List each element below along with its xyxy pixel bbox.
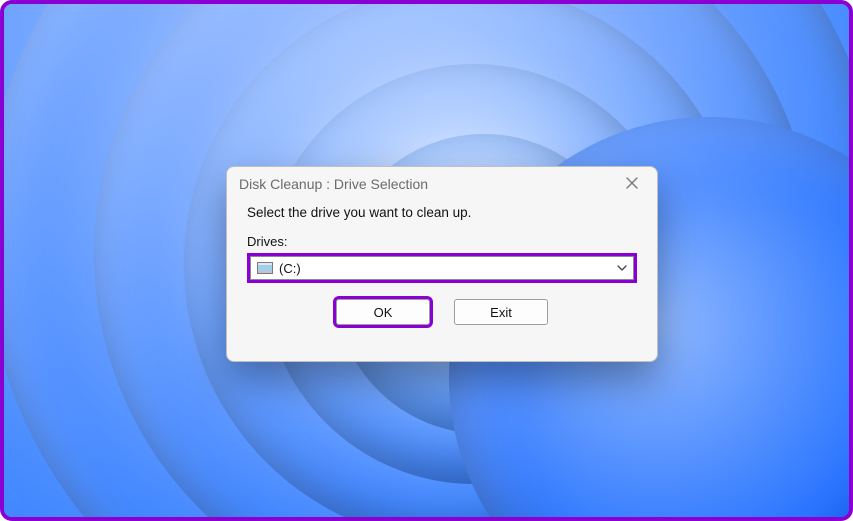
exit-button-label: Exit <box>490 305 512 320</box>
close-icon <box>626 176 638 192</box>
dialog-content: Select the drive you want to clean up. D… <box>227 201 657 339</box>
dialog-titlebar[interactable]: Disk Cleanup : Drive Selection <box>227 167 657 201</box>
drives-label: Drives: <box>247 234 637 249</box>
chevron-down-icon <box>617 263 627 273</box>
drives-dropdown-value: (C:) <box>279 261 301 276</box>
dialog-button-row: OK Exit <box>247 299 637 325</box>
drive-icon <box>257 262 273 274</box>
drives-dropdown-highlight: (C:) <box>247 253 637 283</box>
ok-button-label: OK <box>374 305 393 320</box>
drives-dropdown[interactable]: (C:) <box>250 256 634 280</box>
ok-button[interactable]: OK <box>336 299 430 325</box>
dialog-title: Disk Cleanup : Drive Selection <box>239 176 428 192</box>
close-button[interactable] <box>617 172 647 196</box>
desktop-background: Disk Cleanup : Drive Selection Select th… <box>0 0 853 521</box>
disk-cleanup-dialog: Disk Cleanup : Drive Selection Select th… <box>226 166 658 362</box>
exit-button[interactable]: Exit <box>454 299 548 325</box>
instruction-text: Select the drive you want to clean up. <box>247 205 637 220</box>
